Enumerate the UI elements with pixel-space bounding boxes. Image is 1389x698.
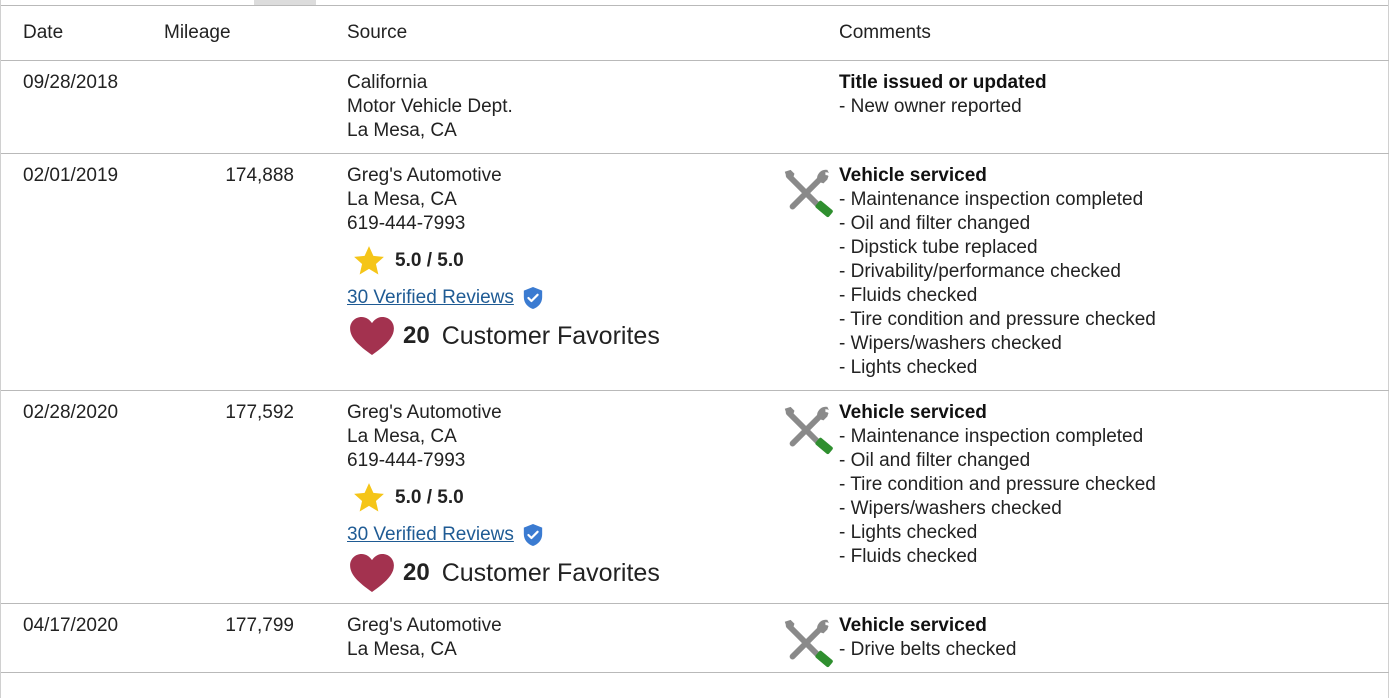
comment-item: - Lights checked (839, 357, 978, 378)
reviews-row: 30 Verified Reviews (347, 286, 833, 310)
wrench-screwdriver-icon (784, 619, 833, 668)
table-row: 04/17/2020 177,799 Greg's Automotive La … (1, 603, 1389, 673)
verified-reviews-link[interactable]: 30 Verified Reviews (347, 523, 514, 547)
row-mileage: 177,592 (164, 390, 330, 604)
rating-score: 5.0 / 5.0 (395, 487, 464, 508)
shop-rating: 5.0 / 5.0 (347, 481, 833, 515)
source-line: Greg's Automotive (347, 165, 502, 186)
source-line: La Mesa, CA (347, 189, 457, 210)
comment-title: Title issued or updated (839, 72, 1047, 93)
row-comments: Vehicle serviced - Maintenance inspectio… (784, 390, 1389, 604)
reviews-row: 30 Verified Reviews (347, 523, 833, 547)
row-comments: Vehicle serviced - Maintenance inspectio… (784, 153, 1389, 391)
comment-title: Vehicle serviced (839, 402, 987, 423)
comment-item: - New owner reported (839, 96, 1022, 117)
heart-icon (350, 553, 394, 593)
comment-item: - Drivability/performance checked (839, 261, 1121, 282)
source-line: Greg's Automotive (347, 402, 502, 423)
source-line: Motor Vehicle Dept. (347, 96, 513, 117)
verified-reviews-link[interactable]: 30 Verified Reviews (347, 286, 514, 310)
comment-title: Vehicle serviced (839, 165, 987, 186)
favorites-count: 20 (403, 559, 430, 586)
wrench-screwdriver-icon (784, 169, 833, 218)
header-date: Date (1, 6, 164, 61)
verified-shield-icon (523, 287, 543, 309)
table-row: 02/01/2019 174,888 Greg's Automotive La … (1, 153, 1389, 391)
favorites-label: Customer Favorites (441, 559, 660, 587)
comment-item: - Maintenance inspection completed (839, 189, 1144, 210)
comment-item: - Fluids checked (839, 546, 978, 567)
table-row: 09/28/2018 California Motor Vehicle Dept… (1, 60, 1389, 154)
rating-score: 5.0 / 5.0 (395, 250, 464, 271)
wrench-screwdriver-icon (784, 406, 833, 455)
comment-item: - Tire condition and pressure checked (839, 309, 1156, 330)
comment-item: - Wipers/washers checked (839, 498, 1062, 519)
comment-item: - Dipstick tube replaced (839, 237, 1038, 258)
heart-icon (350, 316, 394, 356)
customer-favorites: 20 Customer Favorites (347, 553, 833, 593)
row-source: Greg's Automotive La Mesa, CA 619-444-79… (330, 153, 833, 391)
shop-rating: 5.0 / 5.0 (347, 244, 833, 278)
comment-item: - Fluids checked (839, 285, 978, 306)
favorites-count: 20 (403, 322, 430, 349)
row-mileage: 174,888 (164, 153, 330, 391)
verified-shield-icon (523, 524, 543, 546)
comment-item: - Lights checked (839, 522, 978, 543)
row-mileage: 177,799 (164, 603, 330, 673)
row-date: 02/01/2019 (1, 153, 164, 391)
header-comments: Comments (833, 6, 1389, 61)
row-source: California Motor Vehicle Dept. La Mesa, … (330, 60, 833, 154)
comment-title: Vehicle serviced (839, 615, 987, 636)
comment-item: - Oil and filter changed (839, 450, 1031, 471)
table-row: 02/28/2020 177,592 Greg's Automotive La … (1, 390, 1389, 604)
row-source: Greg's Automotive La Mesa, CA (330, 603, 833, 673)
comment-item: - Tire condition and pressure checked (839, 474, 1156, 495)
favorites-label: Customer Favorites (441, 322, 660, 350)
table-header-row: Date Mileage Source Comments (1, 6, 1389, 61)
comment-item: - Oil and filter changed (839, 213, 1031, 234)
source-line: La Mesa, CA (347, 426, 457, 447)
source-line: 619-444-7993 (347, 213, 466, 234)
row-comments: Vehicle serviced - Drive belts checked (784, 603, 1389, 673)
row-date: 09/28/2018 (1, 60, 164, 154)
source-line: Greg's Automotive (347, 615, 502, 636)
vehicle-history-panel: Date Mileage Source Comments 09/28/2018 … (0, 0, 1389, 698)
row-comments: Title issued or updated - New owner repo… (833, 60, 1389, 154)
row-mileage (164, 60, 330, 154)
comment-item: - Drive belts checked (839, 639, 1017, 660)
row-source: Greg's Automotive La Mesa, CA 619-444-79… (330, 390, 833, 604)
row-date: 02/28/2020 (1, 390, 164, 604)
star-icon (354, 483, 384, 512)
header-mileage: Mileage (164, 6, 330, 61)
comment-item: - Wipers/washers checked (839, 333, 1062, 354)
source-line: La Mesa, CA (347, 120, 457, 141)
star-icon (354, 246, 384, 275)
header-source: Source (330, 6, 833, 61)
history-table: Date Mileage Source Comments 09/28/2018 … (1, 6, 1389, 673)
comment-item: - Maintenance inspection completed (839, 426, 1144, 447)
customer-favorites: 20 Customer Favorites (347, 316, 833, 356)
source-line: La Mesa, CA (347, 639, 457, 660)
source-line: 619-444-7993 (347, 450, 466, 471)
source-line: California (347, 72, 428, 93)
row-date: 04/17/2020 (1, 603, 164, 673)
